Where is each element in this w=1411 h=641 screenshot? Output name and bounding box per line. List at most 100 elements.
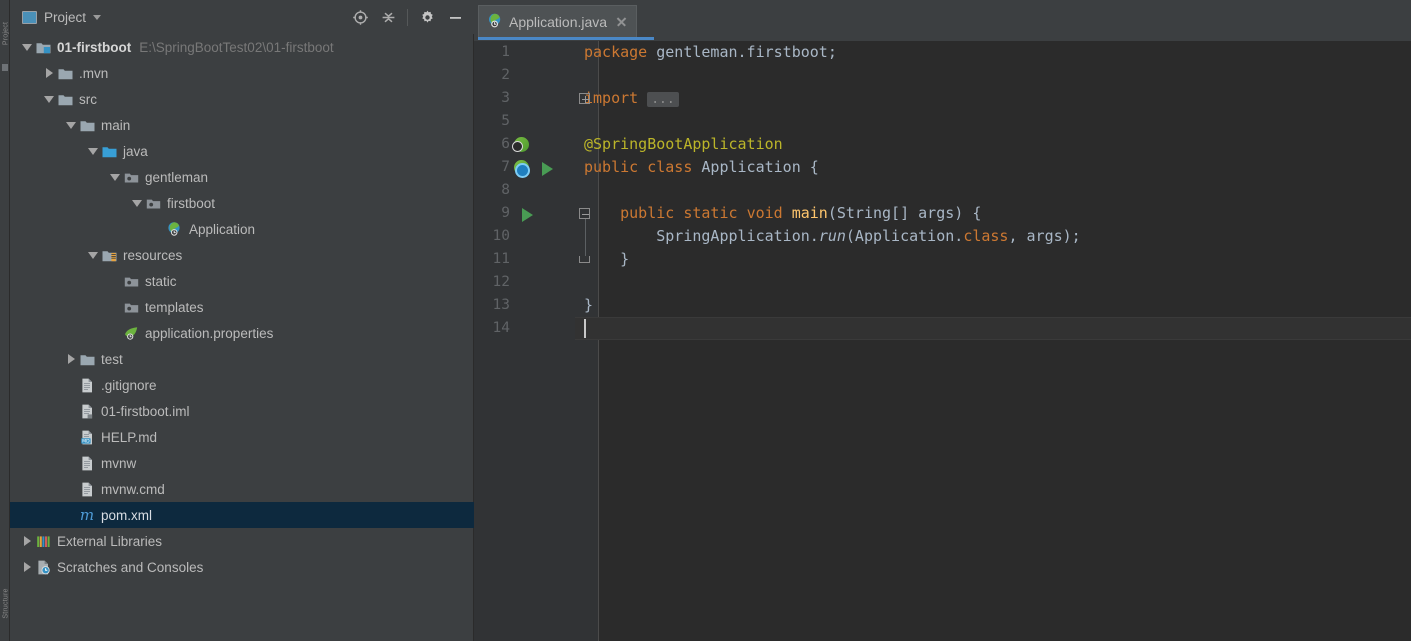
tree-twisty-collapsed[interactable] [20,528,34,554]
tree-row[interactable]: firstboot [10,190,474,216]
tree-row[interactable]: External Libraries [10,528,474,554]
tree-item-label: firstboot [167,195,216,211]
code-content[interactable]: package gentleman.firstboot; import ... @S… [474,41,1411,641]
tree-row[interactable]: static [10,268,474,294]
tree-twisty-collapsed[interactable] [20,554,34,580]
code-token: public [620,204,675,222]
libraries-icon [34,532,52,550]
code-editor[interactable]: 1 2 3 5 6 7 8 9 10 11 12 13 14 package gentleman.fir… [474,41,1411,641]
code-line[interactable] [474,110,1411,133]
code-line[interactable]: package gentleman.firstboot; [474,41,1411,64]
file-icon [78,454,96,472]
tree-row[interactable]: main [10,112,474,138]
tree-row[interactable]: test [10,346,474,372]
strip-label-project[interactable]: Project [3,11,10,57]
locate-in-tree-button[interactable] [347,4,373,30]
left-tool-window-strip[interactable]: Project Structure [0,0,10,641]
spring-bean-gutter-icon[interactable] [512,137,529,152]
tree-row[interactable]: gentleman [10,164,474,190]
editor-area: Application.java 1 2 3 5 6 7 8 9 10 11 12 13 14 pack… [474,0,1411,641]
tree-row[interactable]: templates [10,294,474,320]
tree-twisty-collapsed[interactable] [42,60,56,86]
fold-expand-icon[interactable] [579,93,590,104]
package-icon [144,194,162,212]
tree-row[interactable]: src [10,86,474,112]
tree-twisty-expanded[interactable] [64,112,78,138]
code-line[interactable]: } [474,248,1411,271]
tree-twisty-expanded[interactable] [20,34,34,60]
tree-row[interactable]: .gitignore [10,372,474,398]
strip-label-structure[interactable]: Structure [3,581,10,627]
tree-item-label: pom.xml [101,507,153,523]
tree-item-label: mvnw.cmd [101,481,165,497]
fold-collapse-start-icon[interactable] [579,208,590,219]
chevron-down-icon[interactable] [93,14,102,20]
project-tree[interactable]: 01-firstboot E:\SpringBootTest02\01-first… [10,34,474,641]
project-tool-window: Project 01-firstboot E:\SpringBootTest02… [10,0,474,641]
spring-props-icon [122,324,140,342]
folder-icon [56,64,74,82]
code-line[interactable] [474,64,1411,87]
run-application-gutter-icon[interactable] [542,161,553,176]
spring-boot-gutter-icon[interactable] [514,160,530,178]
tree-twisty-none [64,450,78,476]
tree-item-label: External Libraries [57,533,163,549]
tree-row-selected[interactable]: m pom.xml [10,502,474,528]
tree-row[interactable]: mvnw [10,450,474,476]
tree-twisty-expanded[interactable] [108,164,122,190]
svg-text:MD: MD [82,438,90,444]
tree-row[interactable]: Scratches and Consoles [10,554,474,580]
code-token: ... [647,92,679,107]
package-icon [122,168,140,186]
source-root-icon [100,142,118,160]
tree-twisty-collapsed[interactable] [64,346,78,372]
editor-tab-application-java[interactable]: Application.java [478,5,638,37]
fold-collapse-end-icon[interactable] [579,256,590,263]
tree-row[interactable]: MD HELP.md [10,424,474,450]
tree-row[interactable]: .mvn [10,60,474,86]
code-line[interactable] [474,317,1411,340]
file-icon [78,480,96,498]
code-token: main [791,204,828,222]
code-line[interactable]: SpringApplication.run(Application.class,… [474,225,1411,248]
run-main-method-gutter-icon[interactable] [522,207,533,222]
code-line[interactable] [474,179,1411,202]
code-token: gentleman.firstboot; [647,43,837,61]
project-window-icon [22,10,37,24]
collapse-all-icon [382,12,394,22]
tree-twisty-none [152,216,166,242]
tree-twisty-none [64,476,78,502]
tree-twisty-expanded[interactable] [86,138,100,164]
tree-item-label: 01-firstboot [57,39,132,55]
settings-button[interactable] [414,4,440,30]
code-line[interactable]: public static void main(String[] args) { [474,202,1411,225]
code-line[interactable] [474,271,1411,294]
tree-twisty-expanded[interactable] [86,242,100,268]
hide-panel-button[interactable] [442,4,468,30]
tree-twisty-expanded[interactable] [42,86,56,112]
tree-item-label: Application [189,221,256,237]
tree-row[interactable]: 01-firstboot.iml [10,398,474,424]
tree-twisty-expanded[interactable] [130,190,144,216]
tree-row[interactable]: java [10,138,474,164]
code-line[interactable]: public class Application { [474,156,1411,179]
project-title-group[interactable]: Project [10,10,347,25]
code-line[interactable]: @SpringBootApplication [474,133,1411,156]
tree-row[interactable]: mvnw.cmd [10,476,474,502]
tree-row[interactable]: resources [10,242,474,268]
tree-row[interactable]: Application [10,216,474,242]
maven-icon: m [79,505,95,524]
code-token: class [647,158,693,176]
folder-icon [78,116,96,134]
tree-row[interactable]: application.properties [10,320,474,346]
tree-item-label: main [101,117,131,133]
close-icon[interactable] [615,15,628,28]
code-line[interactable]: import ... [474,87,1411,110]
tree-row[interactable]: 01-firstboot E:\SpringBootTest02\01-first… [10,34,474,60]
project-toolbar-actions [347,4,474,30]
tree-item-label: templates [145,299,204,315]
code-line[interactable]: } [474,294,1411,317]
collapse-all-button[interactable] [375,4,401,30]
